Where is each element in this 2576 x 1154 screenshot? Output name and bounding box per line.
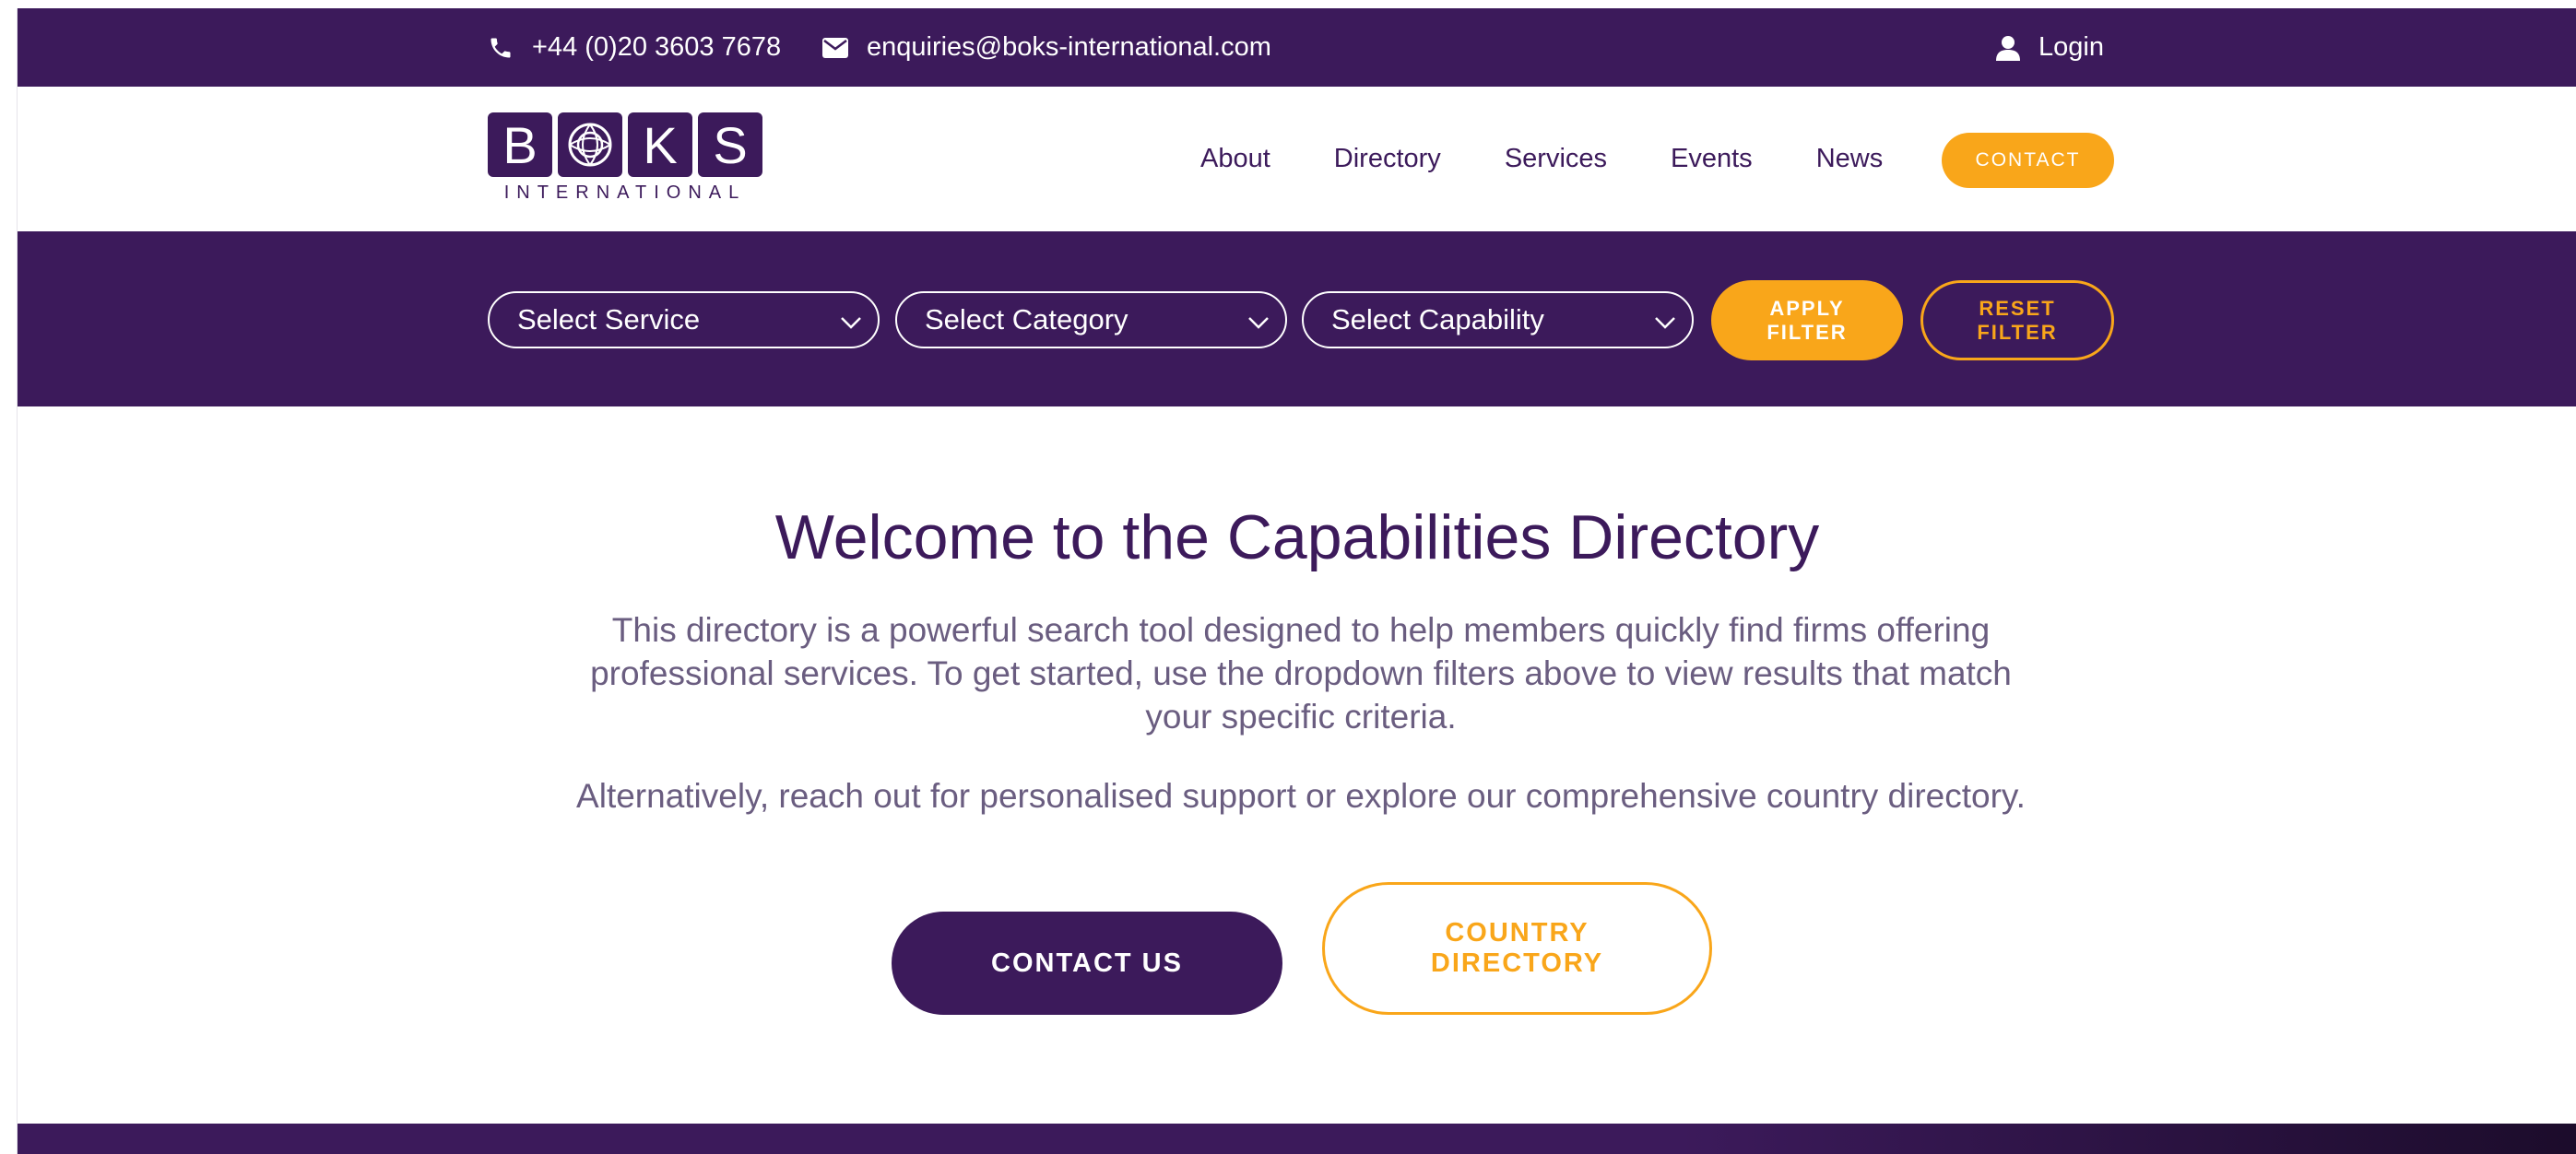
nav-about[interactable]: About	[1200, 144, 1270, 174]
globe-icon	[558, 112, 622, 177]
phone-icon	[488, 35, 514, 61]
apply-filter-button[interactable]: APPLY FILTER	[1711, 280, 1903, 360]
top-bar: +44 (0)20 3603 7678 enquiries@boks-inter…	[18, 8, 2576, 87]
country-directory-label-line1: COUNTRY	[1445, 918, 1589, 948]
apply-filter-label-line1: APPLY	[1769, 296, 1845, 320]
logo-letter-k: K	[628, 112, 692, 177]
intro-line-1: This directory is a powerful search tool…	[611, 611, 1991, 649]
service-select[interactable]: Select Service	[488, 291, 880, 348]
logo-letter-s: S	[698, 112, 762, 177]
site-header: B K S INTERNATIONAL About Directory Serv…	[18, 87, 2576, 231]
page-title: Welcome to the Capabilities Directory	[774, 502, 1820, 572]
apply-filter-label-line2: FILTER	[1767, 320, 1848, 344]
user-icon	[1996, 35, 2020, 61]
intro-paragraph: This directory is a powerful search tool…	[488, 608, 2114, 738]
country-directory-label-line2: DIRECTORY	[1430, 948, 1604, 978]
category-select-value: Select Category	[925, 303, 1128, 336]
capability-select[interactable]: Select Capability	[1302, 291, 1694, 348]
nav-news[interactable]: News	[1816, 144, 1884, 174]
logo-subtitle: INTERNATIONAL	[503, 183, 747, 203]
logo-letter-b: B	[488, 112, 552, 177]
contact-us-button[interactable]: CONTACT US	[892, 912, 1282, 1015]
filter-bar: Select Service Select Category Select Ca…	[18, 231, 2576, 406]
intro-line-2: professional services. To get started, u…	[590, 654, 2012, 692]
nav-services[interactable]: Services	[1505, 144, 1607, 174]
contact-button[interactable]: CONTACT	[1942, 133, 2114, 188]
reset-filter-label-line1: RESET	[1979, 296, 2056, 320]
nav-events[interactable]: Events	[1671, 144, 1753, 174]
service-select-value: Select Service	[517, 303, 701, 336]
main-nav: About Directory Services Events News	[1200, 87, 1946, 231]
capability-select-value: Select Capability	[1331, 303, 1544, 336]
boks-logo[interactable]: B K S INTERNATIONAL	[488, 112, 764, 214]
intro-line-3: your specific criteria.	[1145, 698, 1457, 736]
login-link[interactable]: Login	[1996, 8, 2104, 87]
logo-mark: B K S	[488, 112, 764, 177]
email-link[interactable]: enquiries@boks-international.com	[822, 8, 1271, 87]
email-address: enquiries@boks-international.com	[867, 32, 1271, 62]
reset-filter-label-line2: FILTER	[1977, 320, 2058, 344]
phone-number: +44 (0)20 3603 7678	[532, 32, 782, 62]
page: +44 (0)20 3603 7678 enquiries@boks-inter…	[17, 8, 2576, 1154]
envelope-icon	[822, 37, 848, 58]
footer-strip	[18, 1124, 2576, 1154]
reset-filter-button[interactable]: RESET FILTER	[1920, 280, 2114, 360]
nav-directory[interactable]: Directory	[1334, 144, 1441, 174]
country-directory-button[interactable]: COUNTRY DIRECTORY	[1322, 882, 1712, 1015]
category-select[interactable]: Select Category	[895, 291, 1287, 348]
login-label: Login	[2038, 32, 2104, 62]
alternative-paragraph: Alternatively, reach out for personalise…	[576, 777, 2026, 815]
phone-link[interactable]: +44 (0)20 3603 7678	[488, 8, 781, 87]
